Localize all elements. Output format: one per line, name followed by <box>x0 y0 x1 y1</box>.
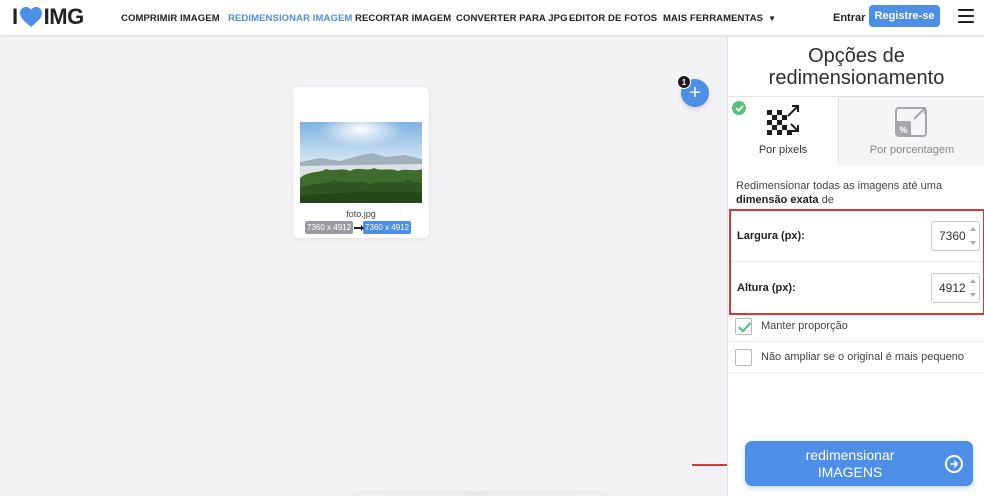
file-name: foto.jpg <box>346 209 376 219</box>
dimensions-highlight-box: Largura (px): 7360 Altura (px): 4912 <box>729 209 984 315</box>
keep-ratio-label: Manter proporção <box>761 320 848 332</box>
keep-ratio-checkbox[interactable] <box>735 317 752 335</box>
pixels-resize-icon <box>767 105 799 135</box>
arrow-circle-right-icon <box>945 455 963 473</box>
svg-text:%: % <box>899 125 907 135</box>
file-card[interactable]: foto.jpg 7360 x 4912 7360 x 4912 <box>293 87 429 238</box>
nav-compress-image[interactable]: COMPRIMIR IMAGEM <box>121 0 220 36</box>
description-suffix: de <box>818 194 834 206</box>
width-stepper[interactable] <box>970 227 976 245</box>
resize-button-line1: redimensionar <box>805 447 895 463</box>
height-stepper[interactable] <box>970 278 976 297</box>
width-input[interactable]: 7360 <box>931 221 980 251</box>
top-navbar: I IMG COMPRIMIR IMAGEM REDIMENSIONAR IMA… <box>0 0 984 36</box>
heart-icon <box>19 7 42 27</box>
no-upscale-row[interactable]: Não ampliar se o original é mais pequeno <box>728 342 984 373</box>
nav-convert-to-jpg[interactable]: CONVERTER PARA JPG <box>456 0 568 36</box>
original-size-badge: 7360 x 4912 <box>305 221 354 234</box>
height-input[interactable]: 4912 <box>931 272 980 303</box>
tab-by-pixels-label: Por pixels <box>758 144 808 156</box>
no-upscale-checkbox[interactable] <box>735 348 752 366</box>
options-sidebar: Opções de redimensionamento Por pixels %… <box>727 37 984 496</box>
logo-letter-i: I <box>12 4 18 29</box>
keep-ratio-row[interactable]: Manter proporção <box>728 311 984 342</box>
tab-by-pixels[interactable]: Por pixels <box>728 97 838 165</box>
sidebar-title: Opções de redimensionamento <box>728 45 984 89</box>
arrow-right-icon <box>354 224 365 231</box>
tab-by-percentage-label: Por porcentagem <box>869 144 955 156</box>
height-value: 4912 <box>939 280 966 295</box>
nav-photo-editor[interactable]: EDITOR DE FOTOS <box>569 0 657 36</box>
caret-down-icon: ▼ <box>768 13 777 23</box>
resize-mode-tabs: Por pixels % Por porcentagem <box>728 96 984 165</box>
nav-crop-image[interactable]: RECORTAR IMAGEM <box>355 0 451 36</box>
check-icon <box>732 101 746 115</box>
resize-images-button[interactable]: redimensionar IMAGENS <box>745 441 973 486</box>
logo-letters-img: IMG <box>43 4 85 29</box>
resize-button-line2: IMAGENS <box>817 464 883 480</box>
tab-by-percentage[interactable]: % Por porcentagem <box>838 97 984 165</box>
workspace-area: foto.jpg 7360 x 4912 7360 x 4912 + 1 <box>0 37 727 496</box>
ilovimg-logo[interactable]: I IMG <box>12 4 85 29</box>
sidebar-title-line2: redimensionamento <box>768 67 945 89</box>
file-count-badge: 1 <box>677 75 691 89</box>
height-row: Altura (px): 4912 <box>731 262 983 313</box>
no-upscale-label: Não ampliar se o original é mais pequeno <box>761 351 965 363</box>
percentage-resize-icon: % <box>895 107 927 137</box>
description-bold: dimensão exata <box>736 194 819 206</box>
nav-more-tools-label: MAIS FERRAMENTAS <box>663 12 764 24</box>
nav-more-tools[interactable]: MAIS FERRAMENTAS ▼ <box>663 0 776 36</box>
width-value: 7360 <box>939 229 966 243</box>
hamburger-menu-icon[interactable] <box>958 9 974 23</box>
new-size-badge: 7360 x 4912 <box>363 221 412 234</box>
bottom-shadow <box>300 489 660 496</box>
register-button[interactable]: Registre-se <box>869 5 940 27</box>
sidebar-title-line1: Opções de <box>808 45 905 67</box>
plus-icon: + <box>689 82 701 104</box>
login-link[interactable]: Entrar <box>833 0 865 36</box>
file-thumbnail <box>300 122 422 203</box>
width-row: Largura (px): 7360 <box>731 211 983 262</box>
nav-resize-image[interactable]: REDIMENSIONAR IMAGEM <box>228 0 352 36</box>
resize-description: Redimensionar todas as imagens até uma d… <box>736 179 981 207</box>
checkmark-icon <box>738 322 751 332</box>
file-dimensions: 7360 x 4912 7360 x 4912 <box>305 221 412 234</box>
landscape-photo <box>300 122 422 203</box>
description-prefix: Redimensionar todas as imagens até uma <box>736 180 943 192</box>
width-label: Largura (px): <box>737 230 805 242</box>
height-label: Altura (px): <box>737 281 796 294</box>
